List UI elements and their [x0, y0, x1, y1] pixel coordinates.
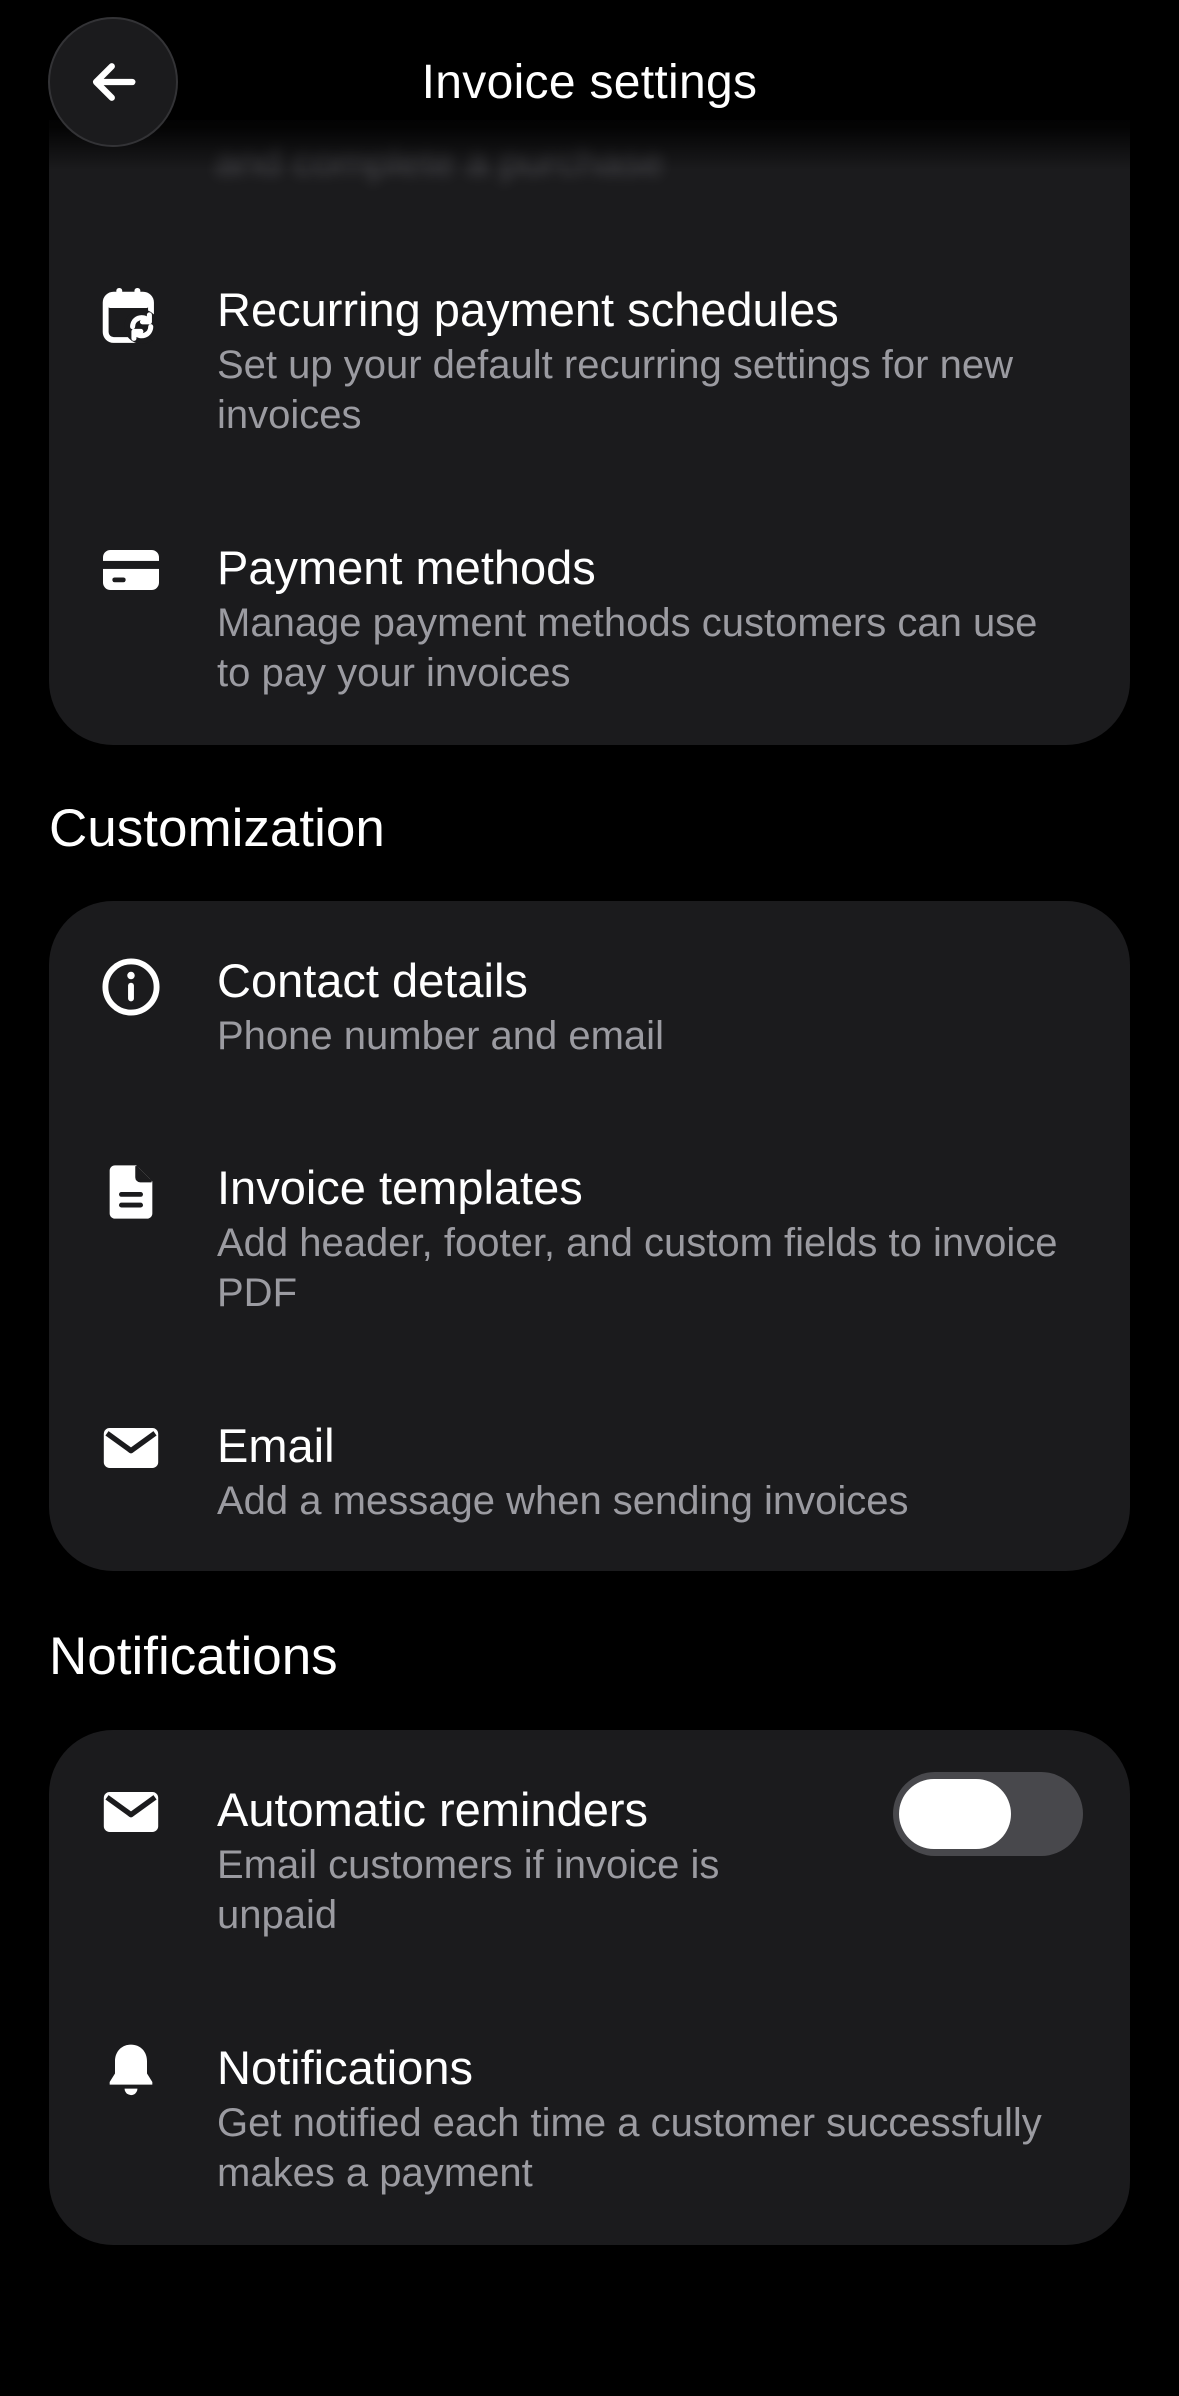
credit-card-icon: [99, 538, 163, 602]
top-bar: Invoice settings: [0, 0, 1179, 170]
customization-heading: Customization: [49, 799, 385, 858]
row-title: Recurring payment schedules: [217, 283, 839, 336]
contact-details-row[interactable]: Contact details Phone number and email: [49, 951, 1130, 1071]
row-title: Automatic reminders: [217, 1783, 648, 1836]
notifications-card: Automatic reminders Email customers if i…: [49, 1730, 1130, 2245]
row-subtitle: Phone number and email: [217, 1014, 664, 1058]
automatic-reminders-row[interactable]: Automatic reminders Email customers if i…: [49, 1772, 1130, 1940]
row-subtitle: Manage payment methods customers can use…: [217, 601, 1038, 695]
row-title: Contact details: [217, 954, 528, 1007]
envelope-icon: [99, 1780, 163, 1844]
row-subtitle: Add header, footer, and custom fields to…: [217, 1221, 1058, 1315]
row-subtitle: Get notified each time a customer succes…: [217, 2101, 1042, 2195]
recurring-payment-schedules-row[interactable]: Recurring payment schedules Set up your …: [49, 280, 1130, 437]
row-title: Invoice templates: [217, 1161, 583, 1214]
row-subtitle: Add a message when sending invoices: [217, 1479, 909, 1523]
invoice-templates-row[interactable]: Invoice templates Add header, footer, an…: [49, 1158, 1130, 1315]
row-title: Email: [217, 1419, 335, 1472]
toggle-knob: [899, 1779, 1011, 1849]
row-subtitle: Set up your default recurring settings f…: [217, 343, 1013, 437]
row-title: Payment methods: [217, 541, 596, 594]
page-title: Invoice settings: [421, 56, 758, 109]
bell-icon: [99, 2038, 163, 2102]
document-icon: [99, 1160, 163, 1224]
envelope-icon: [99, 1416, 163, 1480]
payment-methods-row[interactable]: Payment methods Manage payment methods c…: [49, 538, 1130, 695]
row-subtitle: Email customers if invoice is unpaid: [217, 1843, 720, 1937]
notifications-row[interactable]: Notifications Get notified each time a c…: [49, 2038, 1130, 2198]
notifications-heading: Notifications: [49, 1627, 338, 1686]
payments-settings-card: Recurring payment schedules Set up your …: [49, 120, 1130, 745]
automatic-reminders-toggle[interactable]: [893, 1772, 1083, 1856]
customization-card: Contact details Phone number and email I…: [49, 901, 1130, 1571]
email-row[interactable]: Email Add a message when sending invoice…: [49, 1416, 1130, 1536]
info-circle-icon: [99, 955, 163, 1019]
calendar-repeat-icon: [99, 284, 163, 348]
row-title: Notifications: [217, 2041, 473, 2094]
